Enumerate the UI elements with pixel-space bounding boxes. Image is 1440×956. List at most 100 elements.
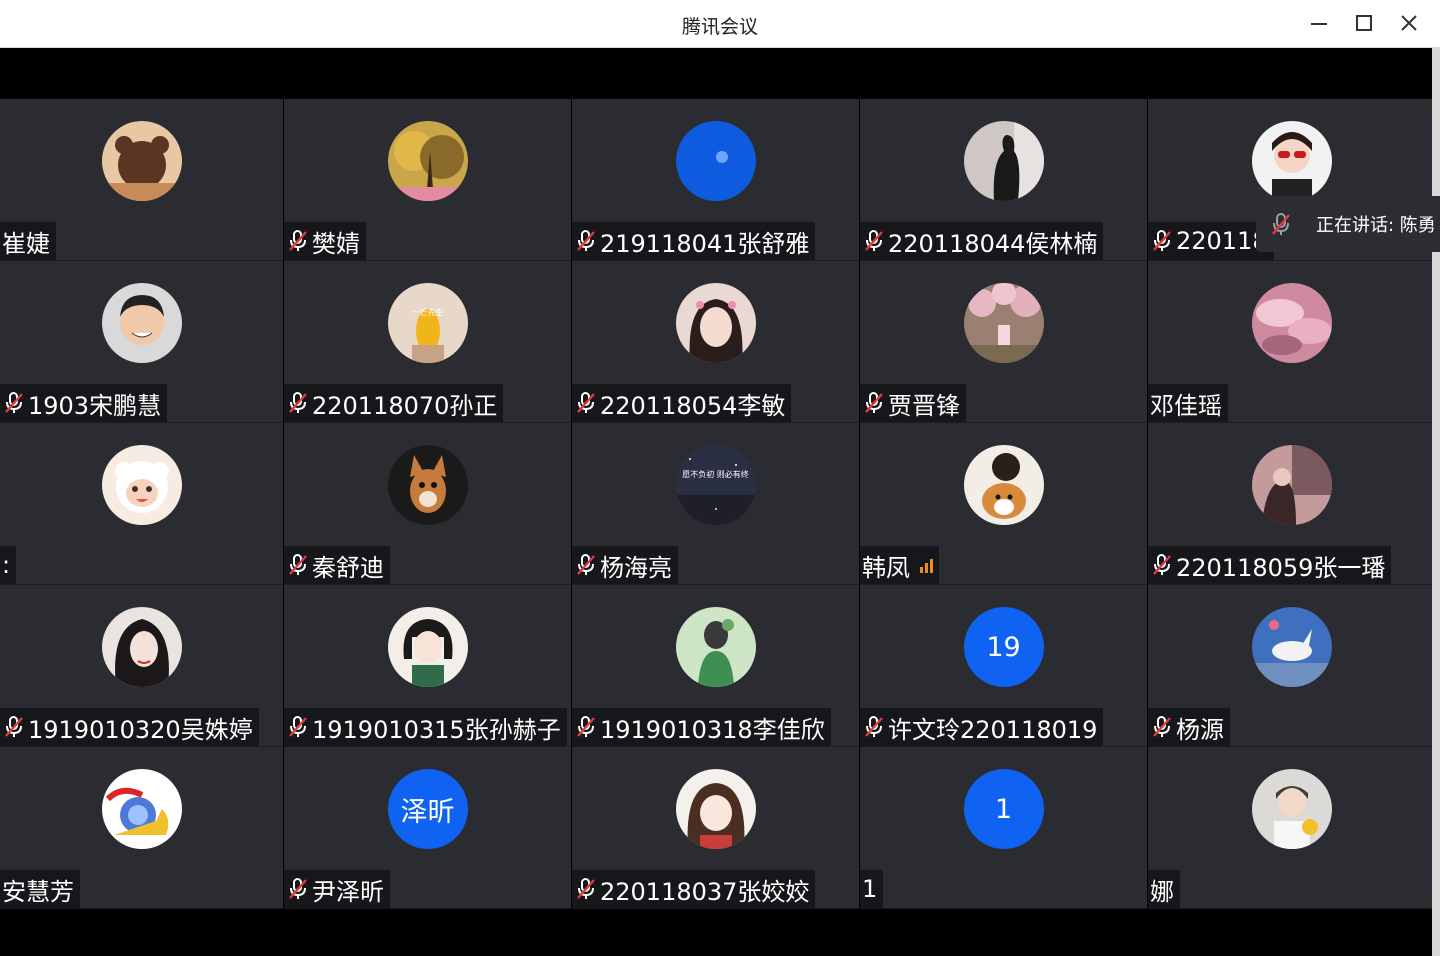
avatar — [1252, 445, 1332, 525]
participant-name: 1919010320吴姝婷 — [28, 715, 253, 744]
avatar — [101, 607, 182, 687]
muted-mic-icon — [1153, 716, 1171, 737]
participant-name: 220118054李敏 — [600, 391, 786, 420]
top-toolbar-area — [0, 48, 1432, 99]
maximize-button[interactable] — [1349, 8, 1379, 38]
avatar-text: 19 — [986, 631, 1021, 663]
avatar — [675, 283, 756, 363]
participant-name: 杨海亮 — [600, 553, 672, 582]
participant-nameplate: 220118044侯林楠 — [860, 222, 1104, 260]
participant-tile[interactable]: 樊婧 — [284, 99, 571, 261]
participant-tile[interactable]: 秦舒迪 — [284, 423, 571, 585]
participant-tile[interactable]: 娜 — [1148, 747, 1436, 909]
participant-tile[interactable]: 愿不负初 则必有终杨海亮 — [572, 423, 859, 585]
participant-tile[interactable]: : — [0, 423, 283, 585]
avatar-caption: 愿不负初 则必有终 — [682, 470, 749, 479]
participant-nameplate: 220118054李敏 — [572, 384, 792, 422]
avatar — [1252, 769, 1332, 849]
muted-mic-icon — [1272, 213, 1290, 235]
participant-nameplate: 220118059张一璠 — [1148, 546, 1392, 584]
avatar — [963, 283, 1044, 363]
participant-name: 220118044侯林楠 — [888, 229, 1098, 258]
muted-mic-icon — [289, 392, 307, 413]
muted-mic-icon — [1153, 554, 1171, 575]
participant-tile[interactable]: 220118059张一璠 — [1148, 423, 1436, 585]
window-edge — [1432, 48, 1440, 956]
participant-nameplate: 1919010320吴姝婷 — [0, 708, 259, 746]
muted-mic-icon — [1153, 230, 1171, 251]
avatar — [963, 445, 1044, 525]
participant-tile[interactable]: 1919010315张孙赫子 — [284, 585, 571, 747]
participant-nameplate: 韩凤 — [860, 546, 939, 584]
participant-tile[interactable]: 220118037张姣姣 — [572, 747, 859, 909]
participant-nameplate: 尹泽昕 — [284, 870, 390, 908]
muted-mic-icon — [289, 716, 307, 737]
participant-name: 杨源 — [1176, 715, 1224, 744]
avatar — [675, 769, 756, 849]
participant-name: 1903宋鹏慧 — [28, 391, 162, 420]
avatar: 愿不负初 则必有终 — [675, 445, 756, 525]
participant-tile[interactable]: 219118041张舒雅 — [572, 99, 859, 261]
participant-tile[interactable]: 1919010318李佳欣 — [572, 585, 859, 747]
participant-tile[interactable]: 11 — [860, 747, 1147, 909]
participant-tile[interactable]: 1903宋鹏慧 — [0, 261, 283, 423]
title-bar: 腾讯会议 — [0, 0, 1440, 48]
muted-mic-icon — [5, 392, 23, 413]
participant-nameplate: 秦舒迪 — [284, 546, 390, 584]
participant-name: 韩凤 — [862, 553, 910, 582]
participant-name: 220118037张姣姣 — [600, 877, 810, 906]
muted-mic-icon — [865, 716, 883, 737]
participant-tile[interactable]: 一芒先生 220118070孙正 — [284, 261, 571, 423]
participant-name: 崔婕 — [2, 229, 50, 258]
avatar — [387, 445, 468, 525]
avatar — [101, 283, 182, 363]
close-button[interactable] — [1394, 8, 1424, 38]
avatar — [675, 121, 756, 201]
participant-tile[interactable]: 崔婕 — [0, 99, 283, 261]
avatar-text: 泽昕 — [400, 796, 455, 828]
avatar — [387, 607, 468, 687]
participant-name: 邓佳瑶 — [1150, 391, 1222, 420]
muted-mic-icon — [577, 878, 595, 899]
participant-name: 1919010315张孙赫子 — [312, 715, 561, 744]
participant-nameplate: 220118037张姣姣 — [572, 870, 816, 908]
participant-nameplate: 娜 — [1148, 870, 1180, 908]
participant-tile[interactable]: 韩凤 — [860, 423, 1147, 585]
participant-name: 许文玲220118019 — [888, 715, 1098, 744]
participant-nameplate: 杨源 — [1148, 708, 1230, 746]
participant-nameplate: 220118070孙正 — [284, 384, 504, 422]
minimize-button[interactable] — [1304, 8, 1334, 38]
participant-tile[interactable]: 1919010320吴姝婷 — [0, 585, 283, 747]
participant-name: 樊婧 — [312, 229, 360, 258]
participant-name: 安慧芳 — [2, 877, 74, 906]
muted-mic-icon — [865, 392, 883, 413]
participant-name: : — [2, 551, 11, 579]
participant-nameplate: 邓佳瑶 — [1148, 384, 1228, 422]
muted-mic-icon — [865, 230, 883, 251]
participant-tile[interactable]: 220118044侯林楠 — [860, 99, 1147, 261]
participant-tile[interactable]: 泽昕尹泽昕 — [284, 747, 571, 909]
muted-mic-icon — [577, 230, 595, 251]
participant-tile[interactable]: 邓佳瑶 — [1148, 261, 1436, 423]
avatar — [675, 607, 756, 687]
participant-name: 220118070孙正 — [312, 391, 498, 420]
participant-tile[interactable]: 220118054李敏 — [572, 261, 859, 423]
participant-nameplate: 崔婕 — [0, 222, 56, 260]
participant-tile[interactable]: 安慧芳 — [0, 747, 283, 909]
participant-name: 贾晋锋 — [888, 391, 960, 420]
close-icon — [1401, 15, 1417, 31]
muted-mic-icon — [289, 554, 307, 575]
minimize-icon — [1311, 23, 1327, 25]
avatar — [101, 445, 182, 525]
participant-name: 219118041张舒雅 — [600, 229, 810, 258]
muted-mic-icon — [289, 878, 307, 899]
participant-nameplate: 219118041张舒雅 — [572, 222, 816, 260]
participant-tile[interactable]: 杨源 — [1148, 585, 1436, 747]
muted-mic-icon — [577, 716, 595, 737]
participant-name: 220118 — [1176, 227, 1268, 255]
participant-tile[interactable]: 19 许文玲220118019 — [860, 585, 1147, 747]
avatar: 19 — [963, 607, 1044, 687]
avatar-caption: 一芒先生 — [411, 308, 444, 317]
participant-tile[interactable]: 贾晋锋 — [860, 261, 1147, 423]
participant-name: 尹泽昕 — [312, 877, 384, 906]
